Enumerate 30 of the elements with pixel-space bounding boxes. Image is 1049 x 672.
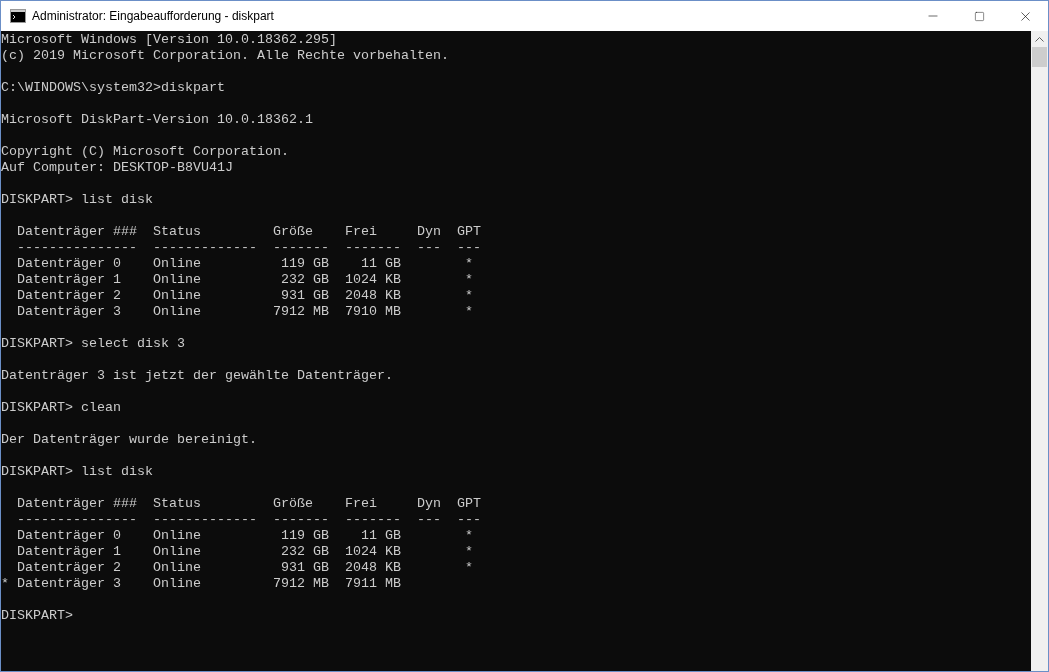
- console-line: DISKPART>: [1, 608, 73, 624]
- console-line: DISKPART> list disk: [1, 192, 153, 208]
- console-line: * Datenträger 3 Online 7912 MB 7911 MB: [1, 576, 401, 592]
- console-line: Datenträger 2 Online 931 GB 2048 KB *: [16, 560, 473, 576]
- console-line: DISKPART> select disk 3: [1, 336, 185, 352]
- scrollbar-thumb[interactable]: [1032, 47, 1047, 67]
- console-line: Copyright (C) Microsoft Corporation.: [1, 144, 289, 160]
- console-line: Datenträger ### Status Größe Frei Dyn GPT: [16, 496, 481, 512]
- console-line: C:\WINDOWS\system32>diskpart: [1, 80, 225, 96]
- console-line: Datenträger 0 Online 119 GB 11 GB *: [16, 528, 473, 544]
- console-line: Der Datenträger wurde bereinigt.: [1, 432, 257, 448]
- terminal-icon: [10, 9, 26, 23]
- window-title: Administrator: Eingabeaufforderung - diskpart: [32, 8, 274, 25]
- console-line: Auf Computer: DESKTOP-B8VU41J: [1, 160, 233, 176]
- console-line: Datenträger 1 Online 232 GB 1024 KB *: [16, 544, 473, 560]
- console-line: Datenträger 0 Online 119 GB 11 GB *: [16, 256, 473, 272]
- console-line: (c) 2019 Microsoft Corporation. Alle Rechte vorbehalten.: [1, 48, 449, 64]
- console-line: Datenträger 2 Online 931 GB 2048 KB *: [16, 288, 473, 304]
- console-line: DISKPART> clean: [1, 400, 121, 416]
- console-line: --------------- ------------- ------- ------- --- ---: [16, 240, 481, 256]
- console-line: DISKPART> list disk: [1, 464, 153, 480]
- console-line: Datenträger ### Status Größe Frei Dyn GPT: [16, 224, 481, 240]
- scrollbar[interactable]: [1031, 31, 1048, 671]
- console-line: --------------- ------------- ------- ------- --- ---: [16, 512, 481, 528]
- console-line: Microsoft Windows [Version 10.0.18362.295]: [1, 32, 337, 48]
- console-line: Datenträger 1 Online 232 GB 1024 KB *: [16, 272, 473, 288]
- console-line: Microsoft DiskPart-Version 10.0.18362.1: [1, 112, 313, 128]
- maximize-icon: [973, 10, 985, 22]
- console-line: Datenträger 3 Online 7912 MB 7910 MB *: [16, 304, 473, 320]
- console-line: Datenträger 3 ist jetzt der gewählte Datenträger.: [1, 368, 393, 384]
